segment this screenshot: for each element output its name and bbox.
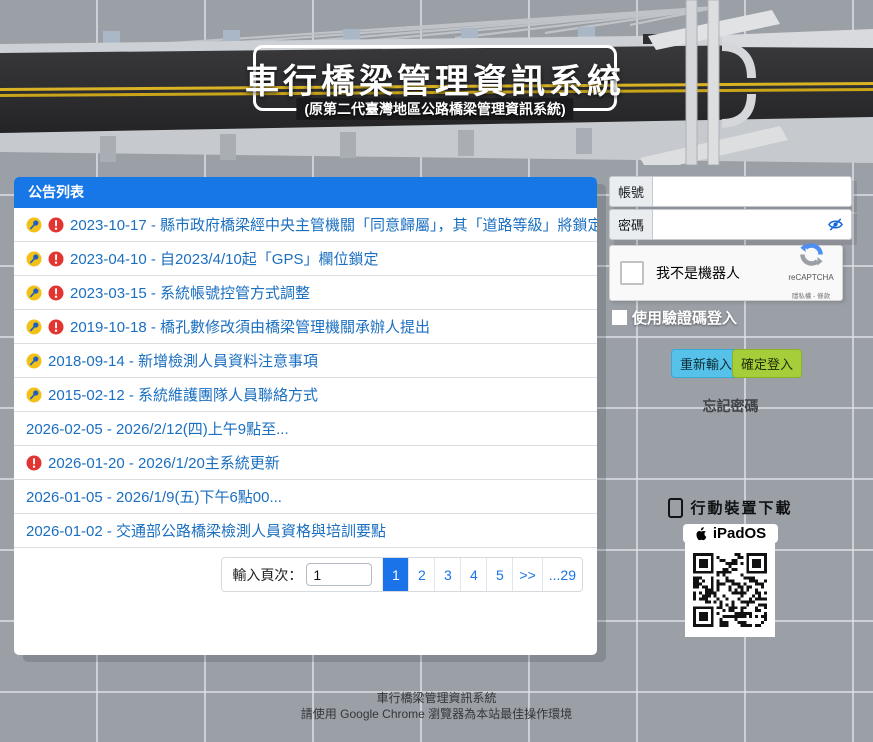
announcement-item[interactable]: 2026-02-05 - 2026/2/12(四)上午9點至...: [14, 412, 597, 446]
announcement-link[interactable]: 2018-09-14 - 新增檢測人員資料注意事項: [48, 350, 318, 371]
forgot-password-link[interactable]: 忘記密碼: [609, 396, 852, 416]
mobile-download[interactable]: 行動裝置下載: [609, 497, 852, 518]
site-title-box: 車行橋梁管理資訊系統 (原第二代臺灣地區公路橋梁管理資訊系統): [253, 45, 617, 111]
announcement-item[interactable]: 2023-10-17 - 縣市政府橋梁經中央主管機關「同意歸屬」，其「道路等級」…: [14, 208, 597, 242]
pagination-bar: 輸入頁次： 1 2 3 4 5 >> ...29: [221, 557, 583, 592]
page-button-3[interactable]: 3: [434, 558, 460, 591]
footer-line1: 車行橋梁管理資訊系統: [0, 690, 873, 706]
page-button-next[interactable]: >>: [512, 558, 541, 591]
announcement-link[interactable]: 2023-04-10 - 自2023/4/10起「GPS」欄位鎖定: [70, 248, 378, 269]
pushpin-icon: [26, 285, 42, 301]
announcement-link[interactable]: 2015-02-12 - 系統維護團隊人員聯絡方式: [48, 384, 318, 405]
announcement-link[interactable]: 2026-01-02 - 交通部公路橋梁檢測人員資格與培訓要點: [26, 520, 386, 541]
pushpin-icon: [26, 387, 42, 403]
recaptcha-label: 我不是機器人: [656, 263, 740, 283]
qr-code-box: [685, 542, 775, 637]
apple-logo: [695, 526, 708, 541]
announcement-link[interactable]: 2019-10-18 - 橋孔數修改須由橋梁管理機關承辦人提出: [70, 316, 430, 337]
recaptcha-logo: [800, 243, 823, 266]
exclamation-icon: [26, 455, 42, 471]
page-button-5[interactable]: 5: [486, 558, 512, 591]
login-button[interactable]: 確定登入: [732, 349, 802, 378]
announcement-item[interactable]: 2023-03-15 - 系統帳號控管方式調整: [14, 276, 597, 310]
password-group: 密碼: [609, 209, 852, 240]
announcement-link[interactable]: 2026-02-05 - 2026/2/12(四)上午9點至...: [26, 418, 289, 439]
footer-line2: 請使用 Google Chrome 瀏覽器為本站最佳操作環境: [0, 706, 873, 722]
footer: 車行橋梁管理資訊系統 請使用 Google Chrome 瀏覽器為本站最佳操作環…: [0, 690, 873, 722]
captcha-login-label: 使用驗證碼登入: [632, 307, 737, 328]
page-input-label: 輸入頁次：: [222, 558, 304, 591]
announcement-link[interactable]: 2026-01-05 - 2026/1/9(五)下午6點00...: [26, 486, 282, 507]
pagination: 輸入頁次： 1 2 3 4 5 >> ...29: [14, 557, 583, 592]
mobile-device-icon: [668, 498, 683, 518]
page-button-2[interactable]: 2: [408, 558, 434, 591]
bridge-header: 車行橋梁管理資訊系統 (原第二代臺灣地區公路橋梁管理資訊系統): [0, 0, 873, 165]
pushpin-icon: [26, 319, 42, 335]
announcement-link[interactable]: 2023-03-15 - 系統帳號控管方式調整: [70, 282, 310, 303]
page-button-1[interactable]: 1: [382, 558, 408, 591]
exclamation-icon: [48, 217, 64, 233]
announcement-link[interactable]: 2023-10-17 - 縣市政府橋梁經中央主管機關「同意歸屬」，其「道路等級」…: [70, 214, 597, 235]
qr-code: [693, 553, 767, 627]
announcement-item[interactable]: 2023-04-10 - 自2023/4/10起「GPS」欄位鎖定: [14, 242, 597, 276]
announcement-item[interactable]: 2015-02-12 - 系統維護團隊人員聯絡方式: [14, 378, 597, 412]
account-group: 帳號: [609, 176, 852, 207]
announcement-item[interactable]: 2018-09-14 - 新增檢測人員資料注意事項: [14, 344, 597, 378]
reset-button[interactable]: 重新輸入: [671, 349, 741, 378]
page: 車行橋梁管理資訊系統 (原第二代臺灣地區公路橋梁管理資訊系統) 公告列表 202…: [0, 0, 873, 742]
site-subtitle: (原第二代臺灣地區公路橋梁管理資訊系統): [296, 98, 573, 120]
site-title: 車行橋梁管理資訊系統: [245, 54, 625, 103]
announcement-item[interactable]: 2026-01-05 - 2026/1/9(五)下午6點00...: [14, 480, 597, 514]
announcement-link[interactable]: 2026-01-20 - 2026/1/20主系統更新: [48, 452, 280, 473]
page-number-input[interactable]: [306, 563, 372, 586]
account-label: 帳號: [609, 176, 652, 207]
pushpin-icon: [26, 217, 42, 233]
page-button-4[interactable]: 4: [460, 558, 486, 591]
captcha-login-checkbox[interactable]: [612, 310, 627, 325]
announcement-list: 2023-10-17 - 縣市政府橋梁經中央主管機關「同意歸屬」，其「道路等級」…: [14, 208, 597, 548]
exclamation-icon: [48, 251, 64, 267]
platform-row: iPadOS: [609, 524, 852, 543]
captcha-login-option[interactable]: 使用驗證碼登入: [612, 307, 737, 328]
mobile-download-label: 行動裝置下載: [690, 497, 792, 518]
announcement-panel: 公告列表 2023-10-17 - 縣市政府橋梁經中央主管機關「同意歸屬」，其「…: [14, 177, 597, 655]
page-button-more[interactable]: ...29: [542, 558, 582, 591]
exclamation-icon: [48, 285, 64, 301]
recaptcha-brand-name: reCAPTCHA: [788, 273, 833, 282]
announcement-item[interactable]: 2019-10-18 - 橋孔數修改須由橋梁管理機關承辦人提出: [14, 310, 597, 344]
password-input[interactable]: [652, 209, 852, 240]
account-input[interactable]: [652, 176, 852, 207]
announcement-item[interactable]: 2026-01-20 - 2026/1/20主系統更新: [14, 446, 597, 480]
recaptcha-widget: 我不是機器人 reCAPTCHA 隱私權 - 條款: [609, 245, 843, 301]
exclamation-icon: [48, 319, 64, 335]
announcement-item[interactable]: 2026-01-02 - 交通部公路橋梁檢測人員資格與培訓要點: [14, 514, 597, 548]
pushpin-icon: [26, 251, 42, 267]
recaptcha-terms-link[interactable]: 隱私權 - 條款: [792, 293, 830, 300]
ipados-label: iPadOS: [713, 525, 766, 542]
recaptcha-brand: reCAPTCHA 隱私權 - 條款: [785, 243, 837, 303]
recaptcha-checkbox[interactable]: [620, 261, 644, 285]
eye-slash-icon[interactable]: [827, 217, 844, 232]
pushpin-icon: [26, 353, 42, 369]
password-label: 密碼: [609, 209, 652, 240]
announcement-panel-title: 公告列表: [14, 177, 597, 208]
ipados-badge[interactable]: iPadOS: [683, 524, 778, 543]
